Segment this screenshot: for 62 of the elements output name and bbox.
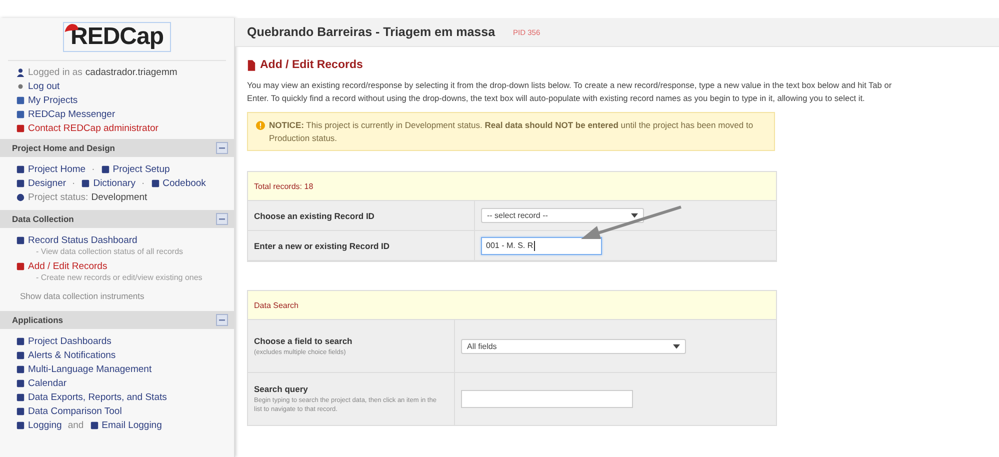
page-icon — [16, 262, 25, 270]
warning-icon — [256, 121, 265, 130]
sidebar-link[interactable]: Dictionary — [93, 178, 136, 188]
status-icon — [16, 192, 25, 202]
user-icon — [16, 68, 25, 76]
project-title: Quebrando Barreiras - Triagem em massa — [247, 25, 496, 39]
separator: · — [71, 178, 76, 188]
link-description: - View data collection status of all records — [35, 247, 184, 258]
search-field[interactable] — [461, 390, 633, 408]
sidebar-link[interactable]: Data Comparison Tool — [28, 406, 122, 416]
sidebar-link[interactable]: Logging — [28, 420, 62, 430]
sidebar-link[interactable]: Designer — [28, 178, 66, 188]
record-id-field[interactable]: 001 - M. S. R — [481, 236, 602, 254]
sidebar-link[interactable]: Project Home — [28, 164, 86, 174]
sidebar-link[interactable]: Multi-Language Management — [28, 364, 152, 374]
login-label: Logged in as — [28, 66, 82, 78]
sidebar-link[interactable]: Email Logging — [102, 420, 162, 430]
page-icon — [100, 164, 110, 174]
field-label: Choose an existing Record ID — [254, 210, 376, 220]
page-icon — [16, 236, 25, 244]
sidebar-link[interactable]: Add / Edit Records — [28, 260, 108, 272]
notice-text: NOTICE: This project is currently in Development status. Real data should NOT be entered until the project has been moved to Production status. — [269, 119, 754, 144]
page-icon — [81, 178, 90, 188]
collapse-icon[interactable] — [216, 213, 228, 225]
caret-icon — [631, 213, 638, 218]
collapse-icon[interactable] — [216, 142, 228, 154]
field-label: Search query — [254, 384, 309, 394]
record-dropdown[interactable]: -- select record -- — [481, 208, 644, 223]
instructions-text: You may view an existing record/response by selecting it from the drop-down lists below. To create a new record/response, type a new value in the text box below and hit Tab or Enter. To quickly find a record without using the drop-downs, the text box will auto-populate with existing record names as you begin to type in it, allowing you to select it. — [247, 79, 892, 104]
page-title: Add / Edit Records — [260, 59, 363, 71]
document-icon — [247, 60, 256, 70]
field-dropdown[interactable]: All fields — [461, 338, 686, 354]
status-label: Project status: — [28, 192, 88, 202]
sidebar-link[interactable]: Record Status Dashboard — [28, 234, 138, 246]
sidebar-link[interactable]: Contact REDCap administrator — [28, 122, 158, 134]
sidebar-link[interactable]: Project Setup — [112, 164, 170, 174]
sidebar-link[interactable]: Alerts & Notifications — [28, 350, 116, 360]
separator: · — [140, 178, 146, 188]
panel-title: Total records: 18 — [254, 182, 314, 190]
field-label: Choose a field to search — [254, 336, 354, 346]
section-title: Data Collection — [12, 214, 74, 224]
page-icon — [90, 420, 99, 430]
sidebar-link[interactable]: Codebook — [162, 178, 206, 188]
caret-icon — [673, 344, 680, 348]
field-label: Enter a new or existing Record ID — [254, 240, 391, 250]
panel-title: Data Search — [254, 300, 298, 310]
status-value: Development — [91, 192, 148, 202]
page-icon — [150, 178, 160, 188]
separator: and — [66, 420, 85, 430]
sidebar-link[interactable]: Project Dashboards — [28, 336, 112, 346]
sidebar-link[interactable]: My Projects — [28, 94, 78, 106]
section-title: Project Home and Design — [12, 143, 115, 153]
link-description: - Create new records or edit/view existing ones — [35, 273, 204, 284]
sidebar-link[interactable]: Data Exports, Reports, and Stats — [28, 392, 167, 402]
logo[interactable]: REDCap — [63, 22, 170, 52]
sidebar-link[interactable]: Calendar — [28, 378, 67, 388]
sidebar-link[interactable]: REDCap Messenger — [28, 108, 116, 120]
user-name: cadastrador.triagemm — [85, 66, 178, 78]
logout-link[interactable]: Log out — [28, 80, 60, 92]
section-title: Applications — [12, 315, 64, 325]
separator: · — [90, 164, 96, 174]
collapse-icon[interactable] — [216, 314, 228, 326]
